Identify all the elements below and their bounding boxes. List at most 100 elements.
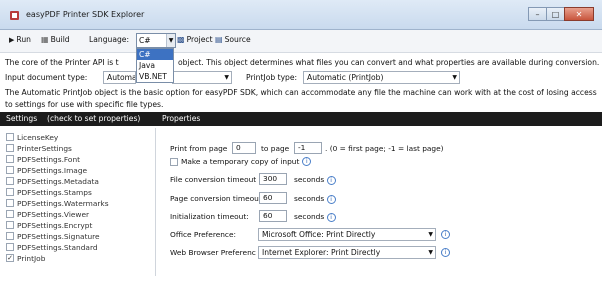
window-title: easyPDF Printer SDK Explorer: [26, 10, 145, 19]
seconds-label: seconds: [294, 175, 325, 184]
file-timeout-input[interactable]: 300: [259, 173, 287, 185]
description-line-1-end: object. This object determines what file…: [178, 58, 600, 67]
run-label: Run: [16, 35, 31, 44]
input-doc-select-tail[interactable]: ▼: [172, 71, 232, 84]
settings-list-item[interactable]: PDFSettings.Metadata: [6, 176, 99, 186]
settings-item-label: PrinterSettings: [17, 143, 72, 153]
source-icon: ▤: [215, 35, 223, 44]
settings-checkbox[interactable]: [6, 133, 14, 141]
office-pref-select[interactable]: Microsoft Office: Print Directly ▼: [258, 228, 436, 241]
info-icon[interactable]: i: [441, 230, 450, 239]
init-timeout-input[interactable]: 60: [259, 210, 287, 222]
settings-list-item[interactable]: PDFSettings.Image: [6, 165, 87, 175]
settings-list-item[interactable]: LicenseKey: [6, 132, 58, 142]
page-timeout-label: Page conversion timeou: [170, 194, 259, 203]
temp-copy-label: Make a temporary copy of input: [181, 157, 300, 166]
maximize-icon[interactable]: □: [546, 7, 565, 21]
settings-list-item[interactable]: ✓ PrintJob: [6, 253, 45, 263]
printjob-type-select[interactable]: Automatic (PrintJob) ▼: [303, 71, 460, 84]
settings-checkbox[interactable]: [6, 166, 14, 174]
settings-list-item[interactable]: PDFSettings.Encrypt: [6, 220, 92, 230]
info-icon[interactable]: i: [302, 157, 312, 166]
settings-checkbox[interactable]: [6, 188, 14, 196]
toolbar: ▶ Run ▦ Build Language: C# ▼ ▩ Project ▤…: [0, 30, 602, 53]
minimize-icon[interactable]: –: [528, 7, 547, 21]
settings-item-label: PDFSettings.Viewer: [17, 209, 90, 219]
description-line-1-start: The core of the Printer API is t: [5, 58, 119, 67]
language-option[interactable]: VB.NET: [137, 71, 173, 82]
info-icon[interactable]: i: [326, 175, 336, 185]
input-doc-select[interactable]: Automa: [103, 71, 136, 84]
settings-list-item[interactable]: PDFSettings.Stamps: [6, 187, 92, 197]
project-button[interactable]: ▩ Project: [177, 35, 213, 44]
project-icon: ▩: [177, 35, 185, 44]
settings-checkbox[interactable]: [6, 232, 14, 240]
description-line-2: The Automatic PrintJob object is the bas…: [5, 88, 597, 97]
temp-copy-row: Make a temporary copy of input i: [170, 157, 312, 166]
settings-list-item[interactable]: PDFSettings.Signature: [6, 231, 100, 241]
language-select[interactable]: C# ▼: [136, 33, 176, 48]
settings-checkbox[interactable]: [6, 177, 14, 185]
settings-item-label: PDFSettings.Font: [17, 154, 81, 164]
language-option[interactable]: Java: [137, 60, 173, 71]
input-doc-label: Input document type:: [5, 73, 88, 82]
settings-checkbox[interactable]: [6, 243, 14, 251]
seconds-label: seconds: [294, 194, 325, 203]
source-button[interactable]: ▤ Source: [215, 35, 251, 44]
tab-bar: Settings (check to set properties) Prope…: [0, 112, 602, 126]
settings-item-label: PDFSettings.Image: [17, 165, 88, 175]
language-dropdown[interactable]: C# Java VB.NET: [136, 48, 174, 83]
language-option[interactable]: C#: [137, 49, 173, 60]
build-label: Build: [50, 35, 70, 44]
office-pref-label: Office Preference:: [170, 230, 237, 239]
settings-list-item[interactable]: PDFSettings.Standard: [6, 242, 98, 252]
settings-list-item[interactable]: PDFSettings.Viewer: [6, 209, 89, 219]
browser-pref-select[interactable]: Internet Explorer: Print Directly ▼: [258, 246, 436, 259]
print-from-label: Print from page: [170, 144, 228, 153]
page-range-hint: . (0 = first page; -1 = last page): [325, 144, 444, 153]
app-icon: [10, 11, 19, 20]
temp-copy-checkbox[interactable]: [170, 157, 178, 166]
settings-item-label: LicenseKey: [17, 132, 59, 142]
page-timeout-unit: seconds i: [294, 194, 336, 204]
title-bar: easyPDF Printer SDK Explorer – □ ✕: [0, 0, 602, 30]
settings-item-label: PDFSettings.Signature: [17, 231, 100, 241]
info-icon[interactable]: i: [441, 248, 450, 257]
print-from-input[interactable]: 0: [232, 142, 256, 154]
to-page-input[interactable]: -1: [294, 142, 322, 154]
file-timeout-label: File conversion timeout: [170, 175, 257, 184]
close-icon[interactable]: ✕: [564, 7, 594, 21]
build-icon: ▦: [41, 35, 49, 44]
project-label: Project: [186, 35, 213, 44]
chevron-down-icon[interactable]: ▼: [166, 34, 175, 47]
settings-checkbox[interactable]: ✓: [6, 254, 14, 262]
chevron-down-icon: ▼: [428, 249, 433, 256]
settings-checkbox[interactable]: [6, 210, 14, 218]
source-label: Source: [224, 35, 251, 44]
browser-pref-value: Internet Explorer: Print Directly: [262, 248, 381, 257]
settings-checkbox[interactable]: [6, 144, 14, 152]
office-pref-value: Microsoft Office: Print Directly: [262, 230, 376, 239]
page-timeout-input[interactable]: 60: [259, 192, 287, 204]
tab-properties[interactable]: Properties: [162, 114, 200, 123]
settings-checkbox[interactable]: [6, 199, 14, 207]
info-icon[interactable]: i: [326, 194, 336, 204]
settings-list-item[interactable]: PDFSettings.Watermarks: [6, 198, 109, 208]
run-button[interactable]: ▶ Run: [9, 35, 31, 44]
settings-checkbox[interactable]: [6, 155, 14, 163]
build-button[interactable]: ▦ Build: [41, 35, 70, 44]
init-timeout-label: Initialization timeout:: [170, 212, 249, 221]
description-line-3: to settings for use with specific file t…: [5, 100, 164, 109]
info-icon[interactable]: i: [326, 212, 336, 222]
language-label: Language:: [89, 35, 130, 44]
chevron-down-icon: ▼: [224, 74, 229, 81]
init-timeout-unit: seconds i: [294, 212, 336, 222]
settings-list-item[interactable]: PrinterSettings: [6, 143, 72, 153]
chevron-down-icon: ▼: [452, 74, 457, 81]
chevron-down-icon: ▼: [428, 231, 433, 238]
to-page-label: to page: [261, 144, 290, 153]
settings-list-item[interactable]: PDFSettings.Font: [6, 154, 80, 164]
tab-settings[interactable]: Settings: [6, 114, 37, 123]
settings-item-label: PDFSettings.Standard: [17, 242, 98, 252]
settings-checkbox[interactable]: [6, 221, 14, 229]
